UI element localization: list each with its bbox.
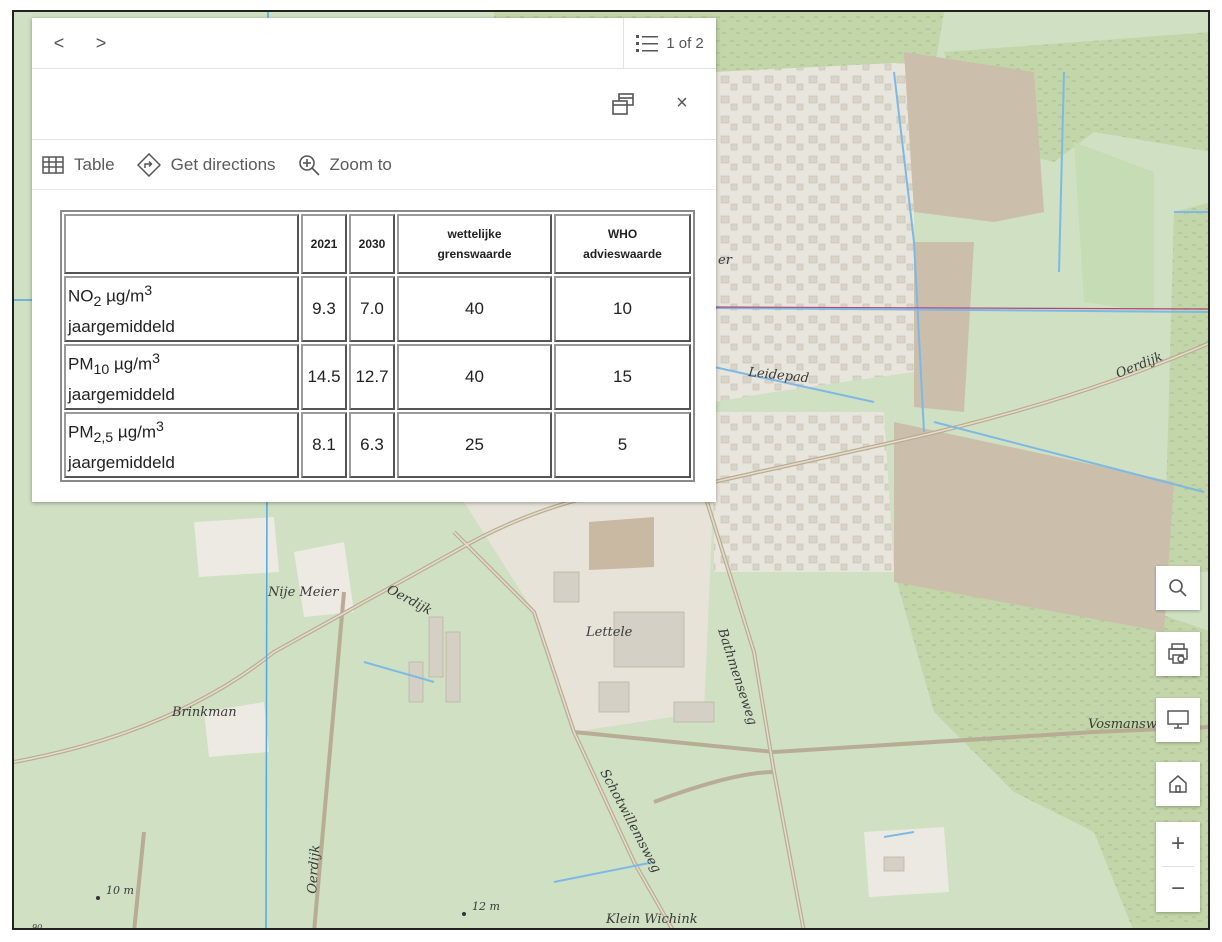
value-who-advice: 15 <box>554 344 691 410</box>
value-2030: 12.7 <box>349 344 395 410</box>
zoom-to-label: Zoom to <box>329 154 392 174</box>
elevation-label: 12 m <box>472 900 500 913</box>
zoom-to-icon <box>298 154 320 176</box>
previous-feature-button[interactable]: < <box>44 28 74 58</box>
table-header-2030: 2030 <box>349 214 395 274</box>
home-button[interactable] <box>1156 762 1200 806</box>
zoom-out-button[interactable]: − <box>1156 867 1200 911</box>
fullscreen-button[interactable] <box>1156 698 1200 742</box>
map-frame: Nije Meier Oerdijk Oerdijk Oerdijk Lette… <box>12 10 1210 930</box>
print-icon <box>1168 643 1188 664</box>
elevation-point <box>96 896 100 900</box>
directions-icon <box>136 152 161 177</box>
value-legal-limit: 40 <box>397 344 552 410</box>
row-label-pm25: PM2,5 µg/m3 jaargemiddeld <box>64 412 299 478</box>
table-row: NO2 µg/m3 jaargemiddeld 9.3 7.0 40 10 <box>64 276 691 342</box>
residential-area <box>714 62 914 402</box>
map-label-klein-wichink: Klein Wichink <box>605 912 698 927</box>
map-label-street-fragment: er <box>718 253 733 268</box>
unit-label: µg/m <box>113 423 157 443</box>
row-label-pm10: PM10 µg/m3 jaargemiddeld <box>64 344 299 410</box>
unit-superscript: 3 <box>156 419 164 436</box>
period-label: jaargemiddeld <box>68 384 175 404</box>
search-icon <box>1169 579 1187 597</box>
table-row: PM10 µg/m3 jaargemiddeld 14.5 12.7 40 15 <box>64 344 691 410</box>
value-2030: 7.0 <box>349 276 395 342</box>
header-text: wettelijke <box>447 227 502 241</box>
monitor-icon <box>1167 710 1189 729</box>
print-button[interactable] <box>1156 632 1200 676</box>
field <box>864 827 949 897</box>
table-header-2021: 2021 <box>301 214 347 274</box>
value-who-advice: 5 <box>554 412 691 478</box>
field <box>914 242 974 412</box>
value-2021: 8.1 <box>301 412 347 478</box>
header-text: grenswaarde <box>437 247 512 261</box>
pollutant-subscript: 2,5 <box>93 430 114 447</box>
pollutant-name: PM <box>68 355 94 375</box>
feature-popup: < > 1 of 2 × Table Get directions Zoom t… <box>32 18 716 502</box>
table-header-legal-limit: wettelijke grenswaarde <box>397 214 552 274</box>
residential-area <box>714 412 894 572</box>
unit-label: µg/m <box>109 355 153 375</box>
feature-count-label: 1 of 2 <box>666 34 704 52</box>
elevation-label: 90 <box>32 923 42 930</box>
feature-menu-button[interactable]: 1 of 2 <box>623 18 716 68</box>
value-2021: 9.3 <box>301 276 347 342</box>
elevation-point <box>462 912 466 916</box>
dock-icon[interactable] <box>610 91 636 117</box>
zoom-controls: + − <box>1156 822 1200 912</box>
unit-label: µg/m <box>101 287 145 307</box>
map-label-nije-meier: Nije Meier <box>267 585 339 600</box>
air-quality-table-wrapper: 2021 2030 wettelijke grenswaarde WHO advie… <box>60 210 695 482</box>
table-action-label: Table <box>74 154 115 174</box>
popup-title-bar: × <box>32 69 716 140</box>
home-icon <box>1169 775 1187 793</box>
value-legal-limit: 25 <box>397 412 552 478</box>
pollutant-name: NO <box>68 287 94 307</box>
search-button[interactable] <box>1156 566 1200 610</box>
header-text: WHO <box>607 227 638 241</box>
value-2021: 14.5 <box>301 344 347 410</box>
popup-header: < > 1 of 2 <box>32 18 716 69</box>
elevation-label: 10 m <box>106 884 134 897</box>
get-directions-label: Get directions <box>170 154 276 174</box>
map-label-vosmansweg: Vosmansw <box>1088 717 1157 732</box>
table-action[interactable]: Table <box>42 155 115 175</box>
zoom-in-button[interactable]: + <box>1156 822 1200 866</box>
table-header-who-advice: WHO advieswaarde <box>554 214 691 274</box>
value-2030: 6.3 <box>349 412 395 478</box>
popup-actions: Table Get directions Zoom to <box>32 140 716 190</box>
period-label: jaargemiddeld <box>68 316 175 336</box>
close-button[interactable]: × <box>670 91 694 115</box>
period-label: jaargemiddeld <box>68 452 175 472</box>
field <box>294 542 354 617</box>
get-directions-action[interactable]: Get directions <box>136 152 276 177</box>
row-label-no2: NO2 µg/m3 jaargemiddeld <box>64 276 299 342</box>
table-header-row: 2021 2030 wettelijke grenswaarde WHO advie… <box>64 214 691 274</box>
field <box>589 517 654 570</box>
unit-superscript: 3 <box>144 283 153 300</box>
next-feature-button[interactable]: > <box>86 28 116 58</box>
table-row: PM2,5 µg/m3 jaargemiddeld 8.1 6.3 25 5 <box>64 412 691 478</box>
header-text: advieswaarde <box>583 247 662 261</box>
pollutant-subscript: 10 <box>93 362 110 379</box>
field <box>1074 142 1154 312</box>
list-icon <box>636 33 659 53</box>
field <box>904 52 1044 222</box>
map-label-brinkman: Brinkman <box>171 705 237 720</box>
zoom-to-action[interactable]: Zoom to <box>298 154 392 176</box>
value-legal-limit: 40 <box>397 276 552 342</box>
unit-superscript: 3 <box>152 351 160 368</box>
value-who-advice: 10 <box>554 276 691 342</box>
map-label-lettele: Lettele <box>585 625 633 640</box>
air-quality-table: 2021 2030 wettelijke grenswaarde WHO advie… <box>60 210 695 482</box>
pollutant-name: PM <box>68 423 94 443</box>
table-header-empty <box>64 214 299 274</box>
table-icon <box>42 155 64 174</box>
